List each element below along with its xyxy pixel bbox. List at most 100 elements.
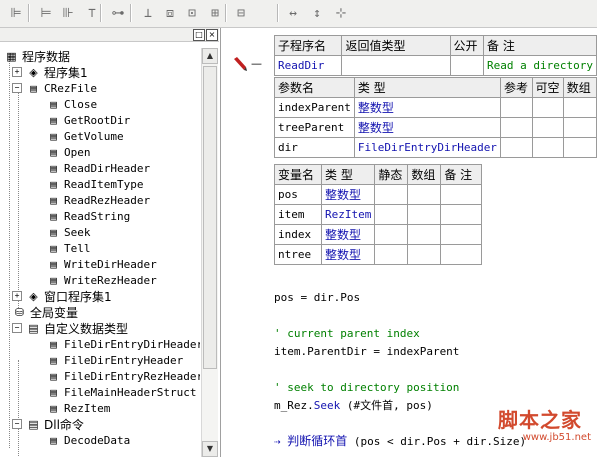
var-array-cell[interactable] [407, 184, 442, 205]
pane-close-button[interactable]: × [206, 29, 218, 41]
space-horizontal-icon[interactable]: ⊞ [205, 3, 225, 23]
var-note-cell[interactable] [440, 244, 483, 265]
tree-method-close[interactable]: ▤ Close [46, 96, 97, 112]
var-name-cell[interactable]: pos [274, 184, 322, 205]
same-width-icon[interactable]: ↔ [283, 3, 303, 23]
tree-dll-commands[interactable]: − ▤ Dll命令 [12, 416, 84, 432]
tree-root-program-data[interactable]: ▦ 程序数据 [4, 48, 70, 64]
tree-type-filedirentryrezheader[interactable]: ▤ FileDirEntryRezHeader [46, 368, 200, 384]
tree-node-label: Open [64, 145, 91, 159]
var-static-cell[interactable] [374, 204, 409, 225]
tree-method-tell[interactable]: ▤ Tell [46, 240, 90, 256]
align-middle-icon[interactable]: ⊶ [108, 3, 128, 23]
expand-plus-icon[interactable]: + [12, 67, 22, 77]
param-array-cell[interactable] [562, 117, 597, 138]
param-type-cell[interactable]: 整数型 [353, 97, 501, 118]
var-type-cell[interactable]: RezItem [320, 204, 376, 225]
tree-method-getvolume[interactable]: ▤ GetVolume [46, 128, 123, 144]
code-line[interactable]: m_Rez.Seek (#文件首, pos) [274, 398, 433, 414]
tree-node-label: ReadItemType [64, 177, 144, 191]
var-note-cell[interactable] [440, 184, 483, 205]
var-type-cell[interactable]: 整数型 [320, 244, 376, 265]
code-editor[interactable]: — 子程序名 返回值类型 公开 备 注 ReadDir Read a direc… [221, 28, 597, 457]
align-top-icon[interactable]: ⊤ [82, 3, 102, 23]
align-center-icon[interactable]: ⊨ [36, 3, 56, 23]
variable-table: 变量名 类 型 静态 数组 备 注 pos 整数型 item RezItem i… [274, 164, 483, 265]
collapse-minus-icon[interactable]: − [12, 419, 22, 429]
tree-method-getrootdir[interactable]: ▤ GetRootDir [46, 112, 130, 128]
code-line[interactable]: item.ParentDir = indexParent [274, 344, 459, 360]
code-line[interactable]: pos = dir.Pos [274, 290, 360, 306]
param-type-cell[interactable]: FileDirEntryDirHeader [353, 137, 501, 158]
param-ref-cell[interactable] [499, 117, 533, 138]
pencil-icon [234, 57, 247, 71]
var-static-cell[interactable] [374, 244, 409, 265]
align-left-icon[interactable]: ⊫ [6, 3, 26, 23]
tree-method-readitemtype[interactable]: ▤ ReadItemType [46, 176, 143, 192]
center-vertical-icon[interactable]: ⊡ [182, 3, 202, 23]
pane-restore-button[interactable]: □ [193, 29, 205, 41]
code-line[interactable]: ⇢ 判断循环首 (pos < dir.Pos + dir.Size) [274, 433, 526, 449]
tree-method-readdirheader[interactable]: ▤ ReadDirHeader [46, 160, 150, 176]
var-array-cell[interactable] [407, 244, 442, 265]
tree-type-filedirentryheader[interactable]: ▤ FileDirEntryHeader [46, 352, 183, 368]
var-static-cell[interactable] [374, 184, 409, 205]
tree-type-filemainheaderstruct[interactable]: ▤ FileMainHeaderStruct [46, 384, 196, 400]
scroll-down-arrow-icon[interactable]: ▼ [202, 441, 218, 457]
tree-method-readstring[interactable]: ▤ ReadString [46, 208, 130, 224]
var-array-cell[interactable] [407, 204, 442, 225]
tree-crezfile[interactable]: − ▤ CRezFile [12, 80, 97, 96]
collapse-minus-icon[interactable]: − [12, 323, 22, 333]
var-name-cell[interactable]: index [274, 224, 322, 245]
tree-method-writedirheader[interactable]: ▤ WriteDirHeader [46, 256, 157, 272]
align-bottom-icon[interactable]: ⊥ [138, 3, 158, 23]
return-type-cell[interactable] [341, 55, 451, 76]
collapse-minus-icon[interactable]: − [12, 83, 22, 93]
var-array-cell[interactable] [407, 224, 442, 245]
var-name-cell[interactable]: ntree [274, 244, 322, 265]
var-type-cell[interactable]: 整数型 [320, 184, 376, 205]
tree-method-seek[interactable]: ▤ Seek [46, 224, 90, 240]
tree-global-variables[interactable]: ⛁ 全局变量 [12, 304, 78, 320]
tree-dll-decodedata[interactable]: ▤ DecodeData [46, 432, 130, 448]
param-ref-cell[interactable] [499, 97, 533, 118]
code-comment[interactable]: ' seek to directory position [274, 380, 459, 396]
tree-custom-data-types[interactable]: − ▤ 自定义数据类型 [12, 320, 128, 336]
tree-method-readrezheader[interactable]: ▤ ReadRezHeader [46, 192, 150, 208]
param-ref-cell[interactable] [499, 137, 533, 158]
expand-plus-icon[interactable]: + [12, 291, 22, 301]
tree-assembly-1[interactable]: + ◈ 程序集1 [12, 64, 88, 80]
var-note-cell[interactable] [440, 204, 483, 225]
space-vertical-icon[interactable]: ⊟ [231, 3, 251, 23]
tree-window-assembly-1[interactable]: + ◈ 窗口程序集1 [12, 288, 112, 304]
tree-method-writerezheader[interactable]: ▤ WriteRezHeader [46, 272, 157, 288]
var-type-cell[interactable]: 整数型 [320, 224, 376, 245]
param-name-cell[interactable]: dir [274, 137, 355, 158]
param-name-cell[interactable]: treeParent [274, 117, 355, 138]
param-nullable-cell[interactable] [531, 117, 564, 138]
tree-type-rezitem[interactable]: ▤ RezItem [46, 400, 110, 416]
tree-scrollbar[interactable]: ▲ ▼ [201, 48, 218, 457]
param-array-cell[interactable] [562, 97, 597, 118]
var-static-cell[interactable] [374, 224, 409, 245]
param-type-cell[interactable]: 整数型 [353, 117, 501, 138]
scroll-up-arrow-icon[interactable]: ▲ [202, 48, 218, 64]
param-nullable-cell[interactable] [531, 137, 564, 158]
var-note-cell[interactable] [440, 224, 483, 245]
param-array-cell[interactable] [562, 137, 597, 158]
param-name-cell[interactable]: indexParent [274, 97, 355, 118]
subroutine-name-cell[interactable]: ReadDir [273, 55, 343, 76]
align-right-icon[interactable]: ⊪ [58, 3, 78, 23]
var-name-cell[interactable]: item [274, 204, 322, 225]
scrollbar-thumb[interactable] [203, 66, 217, 369]
code-comment[interactable]: ' current parent index [274, 326, 420, 342]
public-cell[interactable] [449, 55, 485, 76]
center-horizontal-icon[interactable]: ⧈ [160, 3, 180, 23]
note-cell[interactable]: Read a directory [483, 55, 597, 76]
same-height-icon[interactable]: ↕ [307, 3, 327, 23]
same-size-icon[interactable]: ⊹ [331, 3, 351, 23]
method-icon: ▤ [50, 257, 57, 271]
tree-type-filedirentrydirheader[interactable]: ▤ FileDirEntryDirHeader [46, 336, 200, 352]
tree-method-open[interactable]: ▤ Open [46, 144, 91, 160]
param-nullable-cell[interactable] [531, 97, 564, 118]
